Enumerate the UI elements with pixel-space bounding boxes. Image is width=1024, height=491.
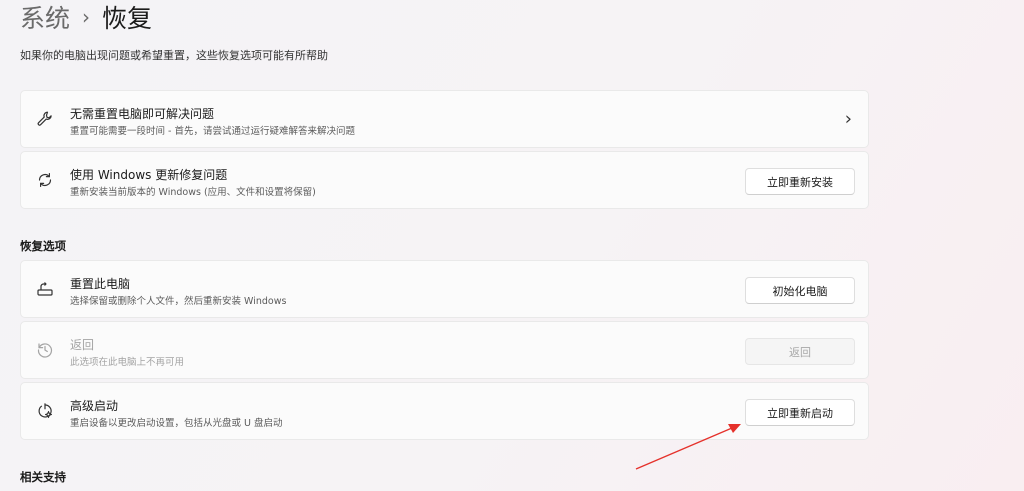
go-back-card: 返回 此选项在此电脑上不再可用 返回 <box>20 321 869 379</box>
wrench-icon <box>36 110 54 128</box>
go-back-title: 返回 <box>70 338 95 352</box>
advanced-startup-subtitle: 重启设备以更改启动设置，包括从光盘或 U 盘启动 <box>70 418 283 429</box>
related-support-header: 相关支持 <box>20 470 66 484</box>
history-icon <box>36 341 54 359</box>
windows-update-repair-title: 使用 Windows 更新修复问题 <box>70 168 228 182</box>
reset-pc-title: 重置此电脑 <box>70 277 131 291</box>
refresh-icon <box>36 171 54 189</box>
breadcrumb-separator: › <box>82 5 91 29</box>
breadcrumb: 系统 › 恢复 <box>20 0 152 34</box>
reset-pc-icon <box>36 280 54 298</box>
go-back-button[interactable]: 返回 <box>745 338 855 365</box>
chevron-right-icon: › <box>844 108 852 130</box>
page-title: 恢复 <box>102 4 153 33</box>
reset-pc-subtitle: 选择保留或删除个人文件，然后重新安装 Windows <box>70 296 287 307</box>
troubleshoot-card[interactable]: 无需重置电脑即可解决问题 重置可能需要一段时间 - 首先，请尝试通过运行疑难解答… <box>20 90 869 148</box>
reset-pc-card: 重置此电脑 选择保留或删除个人文件，然后重新安装 Windows 初始化电脑 <box>20 260 869 318</box>
recovery-options-header: 恢复选项 <box>20 239 66 253</box>
advanced-startup-card: 高级启动 重启设备以更改启动设置，包括从光盘或 U 盘启动 立即重新启动 <box>20 382 869 440</box>
troubleshoot-subtitle: 重置可能需要一段时间 - 首先，请尝试通过运行疑难解答来解决问题 <box>70 126 355 137</box>
windows-update-repair-subtitle: 重新安装当前版本的 Windows (应用、文件和设置将保留) <box>70 187 316 198</box>
go-back-subtitle: 此选项在此电脑上不再可用 <box>70 357 185 368</box>
windows-update-repair-card: 使用 Windows 更新修复问题 重新安装当前版本的 Windows (应用、… <box>20 151 869 209</box>
restart-now-button[interactable]: 立即重新启动 <box>745 399 855 426</box>
troubleshoot-title: 无需重置电脑即可解决问题 <box>70 107 215 121</box>
breadcrumb-parent-system[interactable]: 系统 <box>20 0 70 35</box>
advanced-startup-icon <box>36 402 54 420</box>
page-description: 如果你的电脑出现问题或希望重置，这些恢复选项可能有所帮助 <box>20 49 328 62</box>
advanced-startup-title: 高级启动 <box>70 399 119 413</box>
reset-pc-button[interactable]: 初始化电脑 <box>745 277 855 304</box>
reinstall-now-button[interactable]: 立即重新安装 <box>745 168 855 195</box>
